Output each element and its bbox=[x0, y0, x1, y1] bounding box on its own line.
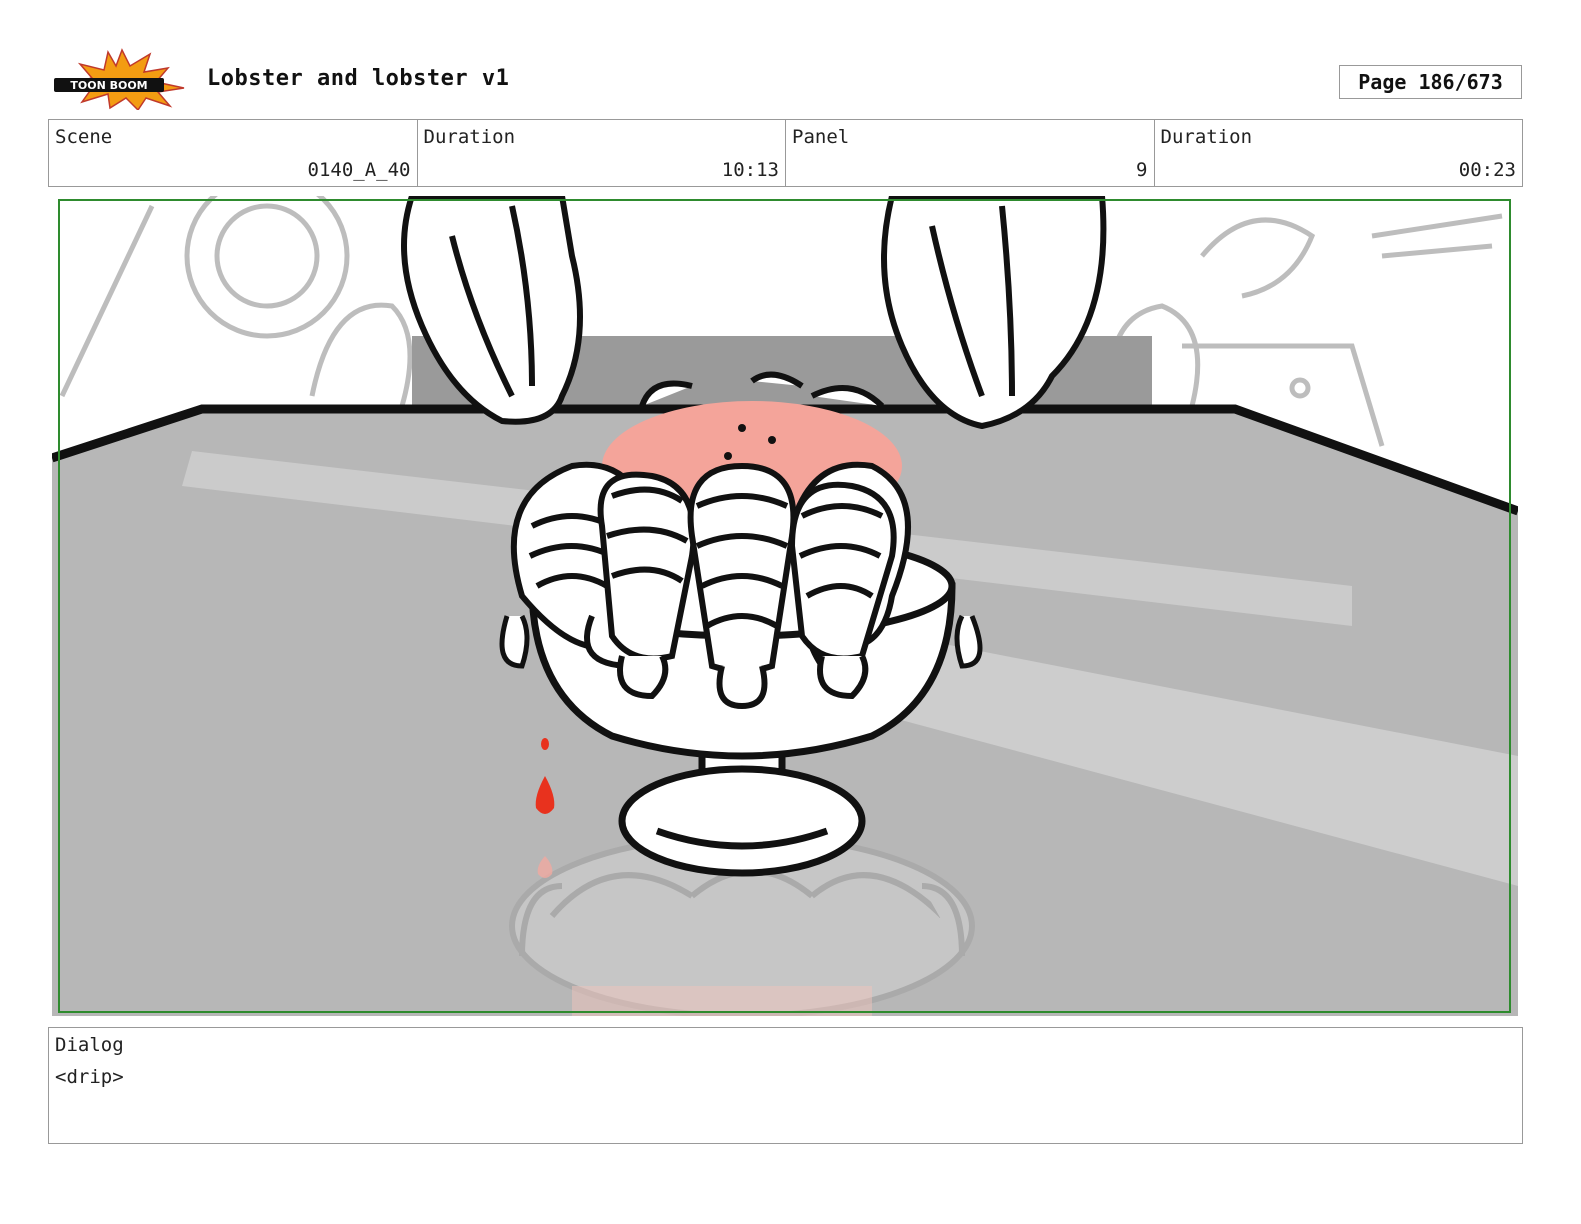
scene-value: 0140_A_40 bbox=[307, 159, 411, 181]
storyboard-panel-image bbox=[52, 196, 1518, 1016]
toon-boom-logo: TOON BOOM bbox=[52, 48, 192, 112]
dialog-text: <drip> bbox=[55, 1066, 124, 1088]
panel-cell: Panel 9 bbox=[786, 120, 1155, 186]
panel-value: 9 bbox=[1136, 159, 1148, 181]
shrimp-cocktail-drawing-icon bbox=[52, 196, 1518, 1016]
page-indicator: Page 186/673 bbox=[1339, 65, 1522, 99]
panel-duration-cell: Duration 00:23 bbox=[1155, 120, 1523, 186]
dialog-label: Dialog bbox=[55, 1034, 124, 1056]
logo-text: TOON BOOM bbox=[70, 79, 147, 92]
dialog-box: Dialog <drip> bbox=[48, 1027, 1523, 1144]
scene-cell: Scene 0140_A_40 bbox=[49, 120, 418, 186]
scene-label: Scene bbox=[55, 126, 113, 148]
scene-duration-value: 10:13 bbox=[721, 159, 779, 181]
panel-duration-value: 00:23 bbox=[1458, 159, 1516, 181]
scene-duration-label: Duration bbox=[423, 126, 516, 148]
panel-info-table: Scene 0140_A_40 Duration 10:13 Panel 9 D… bbox=[48, 119, 1523, 187]
panel-label: Panel bbox=[792, 126, 850, 148]
storyboard-title: Lobster and lobster v1 bbox=[207, 66, 510, 91]
panel-duration-label: Duration bbox=[1160, 126, 1253, 148]
scene-duration-cell: Duration 10:13 bbox=[418, 120, 786, 186]
